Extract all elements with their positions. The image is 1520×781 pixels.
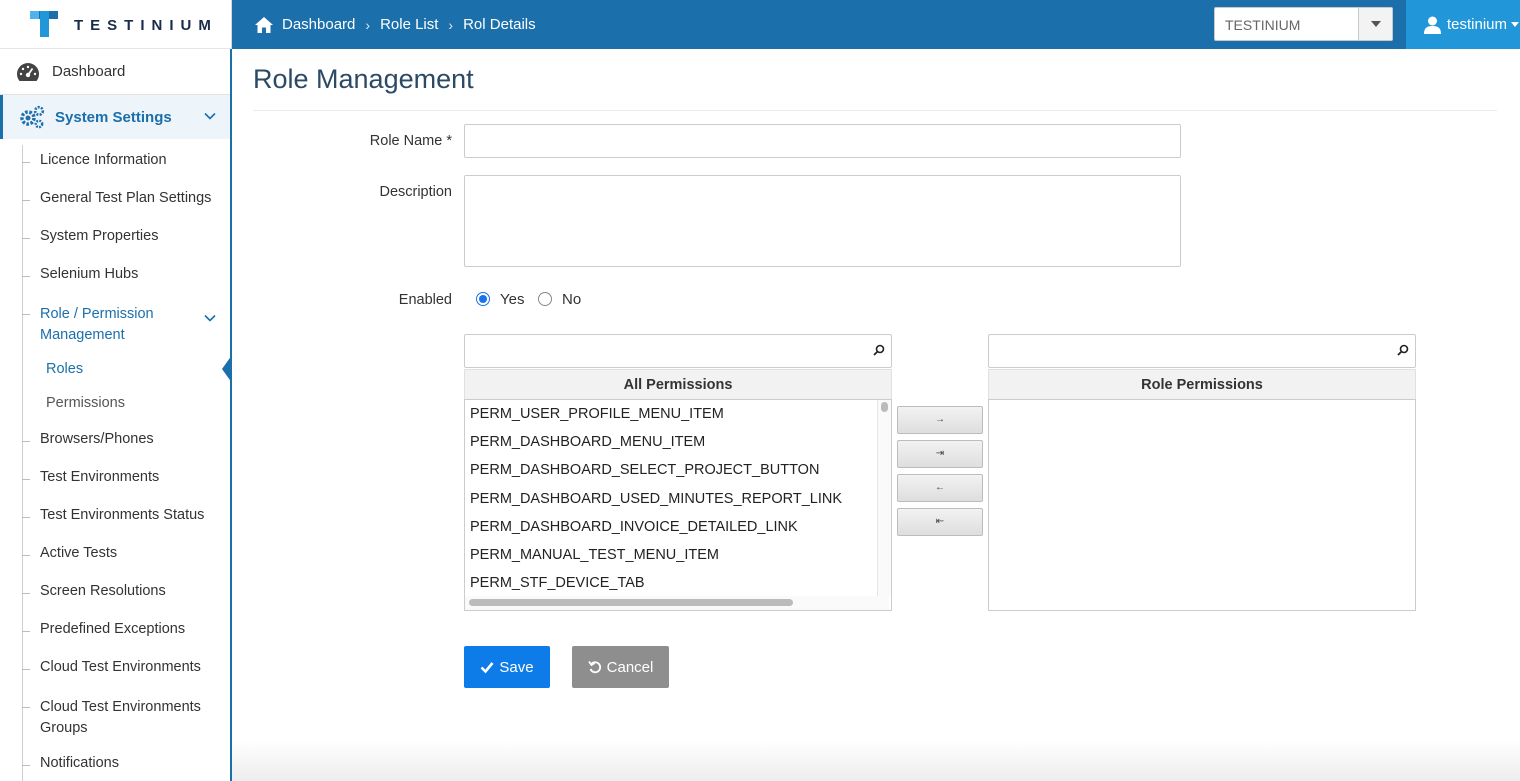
role-name-input[interactable]	[464, 124, 1181, 158]
check-icon	[480, 662, 494, 674]
sidebar-item-label: General Test Plan Settings	[40, 190, 212, 206]
all-permissions-list[interactable]: PERM_USER_PROFILE_MENU_ITEM PERM_DASHBOA…	[464, 399, 892, 611]
breadcrumb-role-list[interactable]: Role List	[380, 16, 438, 33]
sidebar-item-dashboard[interactable]: Dashboard	[0, 49, 230, 95]
caret-down-icon	[1511, 22, 1520, 27]
brand-logo[interactable]: TESTINIUM	[0, 0, 232, 49]
cancel-label: Cancel	[606, 658, 654, 676]
list-item[interactable]: PERM_MANUAL_TEST_MENU_ITEM	[470, 547, 719, 563]
sidebar-item-test-environments-status[interactable]: Test Environments Status	[0, 507, 230, 523]
testinium-logo-icon	[30, 11, 58, 37]
project-select-value: TESTINIUM	[1225, 17, 1301, 33]
sidebar-item-label: Cloud Test Environments	[40, 659, 201, 675]
list-item[interactable]: PERM_DASHBOARD_USED_MINUTES_REPORT_LINK	[470, 491, 842, 507]
enabled-label: Enabled	[398, 292, 452, 308]
enabled-yes-radio[interactable]	[476, 292, 490, 306]
search-icon	[1397, 344, 1409, 356]
breadcrumb-separator-icon: ›	[448, 16, 454, 33]
sidebar-item-role-permission-management[interactable]: Role / Permission Management	[0, 304, 230, 346]
user-menu-button[interactable]: testinium	[1406, 0, 1520, 49]
list-item[interactable]: PERM_DASHBOARD_SELECT_PROJECT_BUTTON	[470, 462, 819, 478]
sidebar-item-browsers-phones[interactable]: Browsers/Phones	[0, 431, 230, 447]
sidebar-item-label: Predefined Exceptions	[40, 621, 186, 637]
sidebar-item-label: Screen Resolutions	[40, 583, 166, 599]
sidebar-item-label-line2: Management	[40, 327, 125, 343]
description-label: Description	[379, 184, 452, 200]
user-name: testinium	[1447, 16, 1508, 33]
sidebar-item-screen-resolutions[interactable]: Screen Resolutions	[0, 583, 230, 599]
gears-icon	[20, 105, 45, 129]
sidebar: Dashboard System Settings Licence Inform…	[0, 49, 232, 781]
top-bar: TESTINIUM Dashboard › Role List › Rol De…	[0, 0, 1520, 49]
sidebar-subitem-permissions[interactable]: Permissions	[46, 395, 125, 411]
sidebar-item-system-properties[interactable]: System Properties	[0, 228, 230, 244]
sidebar-subitem-roles[interactable]: Roles	[46, 361, 83, 377]
active-indicator	[222, 355, 232, 383]
search-icon	[873, 344, 885, 356]
sidebar-item-notifications[interactable]: Notifications	[0, 755, 230, 771]
sidebar-item-system-settings[interactable]: System Settings	[0, 95, 230, 139]
enabled-no-label: No	[562, 291, 582, 308]
sidebar-item-label: Dashboard	[52, 63, 126, 80]
speedometer-icon	[17, 62, 39, 81]
list-item[interactable]: PERM_DASHBOARD_MENU_ITEM	[470, 434, 705, 450]
breadcrumb: Dashboard › Role List › Rol Details	[254, 0, 536, 49]
role-permissions-filter-input[interactable]	[988, 334, 1416, 368]
vertical-scrollbar[interactable]	[877, 400, 891, 596]
horizontal-scrollbar[interactable]	[465, 596, 889, 610]
breadcrumb-rol-details: Rol Details	[463, 16, 536, 33]
sidebar-item-label: Selenium Hubs	[40, 266, 139, 282]
list-item[interactable]: PERM_USER_PROFILE_MENU_ITEM	[470, 406, 724, 422]
sidebar-item-licence-information[interactable]: Licence Information	[0, 152, 230, 168]
sidebar-item-active-tests[interactable]: Active Tests	[0, 545, 230, 561]
save-label: Save	[499, 658, 534, 676]
role-permissions-list[interactable]	[988, 399, 1416, 611]
brand-name: TESTINIUM	[74, 17, 218, 34]
move-selected-right-button[interactable]: →	[897, 406, 983, 434]
sidebar-item-label: System Settings	[55, 108, 172, 126]
sidebar-item-label: System Properties	[40, 228, 159, 244]
breadcrumb-dashboard[interactable]: Dashboard	[282, 16, 355, 33]
sidebar-item-selenium-hubs[interactable]: Selenium Hubs	[0, 266, 230, 282]
divider	[253, 110, 1497, 111]
sidebar-item-label: Cloud Test Environments	[40, 699, 201, 715]
sidebar-item-general-test-plan-settings[interactable]: General Test Plan Settings	[0, 190, 230, 206]
home-icon[interactable]	[254, 16, 274, 34]
sidebar-item-label-line2: Groups	[40, 720, 88, 736]
move-all-right-button[interactable]: ⇥	[897, 440, 983, 468]
sidebar-item-label: Browsers/Phones	[40, 431, 154, 447]
enabled-no-radio[interactable]	[538, 292, 552, 306]
sidebar-item-label: Active Tests	[40, 545, 118, 561]
move-selected-left-button[interactable]: ←	[897, 474, 983, 502]
enabled-yes-label: Yes	[500, 291, 525, 308]
all-permissions-header: All Permissions	[464, 369, 892, 399]
breadcrumb-separator-icon: ›	[365, 16, 371, 33]
description-textarea[interactable]	[464, 175, 1181, 267]
all-permissions-filter-input[interactable]	[464, 334, 892, 368]
chevron-down-icon	[204, 112, 216, 120]
bottom-fade	[232, 740, 1520, 781]
cancel-button[interactable]: Cancel	[572, 646, 669, 688]
user-icon	[1424, 16, 1441, 34]
sidebar-item-test-environments[interactable]: Test Environments	[0, 469, 230, 485]
sidebar-item-label: Licence Information	[40, 152, 167, 168]
undo-icon	[587, 660, 601, 674]
chevron-down-icon[interactable]	[1358, 8, 1392, 40]
sidebar-item-label: Test Environments Status	[40, 507, 205, 523]
sidebar-item-cloud-test-environments[interactable]: Cloud Test Environments	[0, 659, 230, 675]
list-item[interactable]: PERM_DASHBOARD_INVOICE_DETAILED_LINK	[470, 519, 798, 535]
project-select[interactable]: TESTINIUM	[1214, 7, 1393, 41]
role-name-label: Role Name *	[369, 133, 452, 149]
move-all-left-button[interactable]: ⇤	[897, 508, 983, 536]
sidebar-item-label: Test Environments	[40, 469, 160, 485]
list-item[interactable]: PERM_STF_DEVICE_TAB	[470, 575, 645, 591]
save-button[interactable]: Save	[464, 646, 550, 688]
role-permissions-header: Role Permissions	[988, 369, 1416, 399]
chevron-down-icon	[204, 314, 216, 322]
sidebar-item-label: Role / Permission	[40, 306, 154, 322]
page-title: Role Management	[253, 64, 474, 94]
sidebar-item-predefined-exceptions[interactable]: Predefined Exceptions	[0, 621, 230, 637]
sidebar-item-label: Notifications	[40, 755, 119, 771]
sidebar-item-cloud-test-environments-groups[interactable]: Cloud Test Environments Groups	[0, 697, 230, 739]
